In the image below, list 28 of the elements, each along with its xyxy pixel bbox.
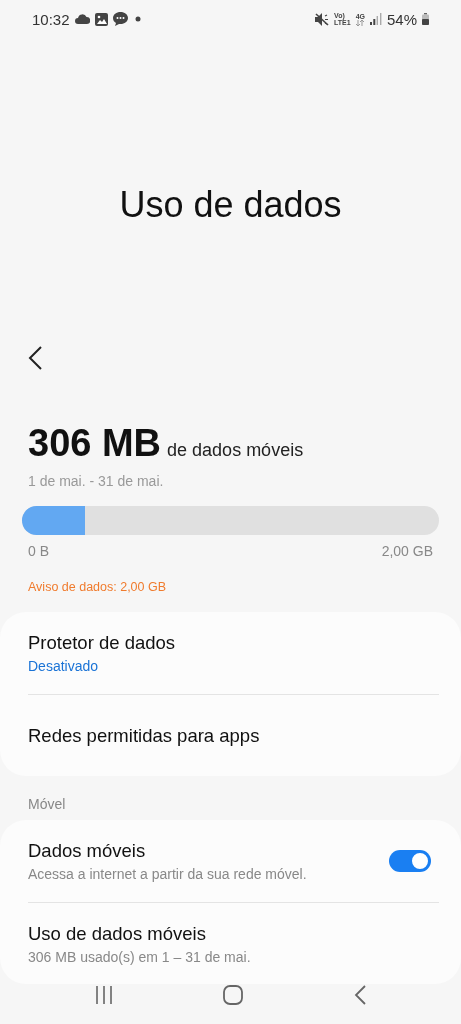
cloud-icon: [74, 14, 90, 24]
setting-subtitle: Acessa a internet a partir da sua rede móvel.: [28, 866, 308, 882]
min-label: 0 B: [28, 543, 49, 559]
recent-apps-icon[interactable]: [95, 986, 114, 1004]
mute-icon: [315, 12, 329, 26]
max-label: 2,00 GB: [381, 543, 433, 559]
signal-icon: [369, 13, 382, 25]
clock-time: 10:32: [32, 10, 70, 28]
battery-percent: 54%: [386, 10, 417, 28]
setting-title[interactable]: Uso de dados móveis: [28, 922, 439, 945]
battery-icon: [422, 13, 429, 25]
setting-subtitle: Desativado: [28, 658, 100, 674]
usage-period: 1 de mai. - 31 de mai.: [28, 473, 165, 489]
setting-title[interactable]: Redes permitidas para apps: [28, 724, 439, 747]
section-header: Móvel: [27, 795, 67, 814]
toggle-switch[interactable]: [389, 850, 431, 872]
data-warning: Aviso de dados: 2,00 GB: [28, 580, 168, 594]
chat-icon: [112, 12, 128, 26]
setting-title[interactable]: Protetor de dados: [28, 632, 439, 654]
setting-title[interactable]: Dados móveis: [28, 840, 389, 862]
setting-subtitle: 306 MB usado(s) em 1 – 31 de mai.: [28, 948, 252, 965]
data-arrows-icon: [355, 19, 364, 26]
back-icon[interactable]: [28, 346, 44, 370]
page-title: Uso de dados: [118, 182, 343, 227]
usage-amount: 306 MB: [28, 422, 162, 465]
home-icon[interactable]: [223, 985, 244, 1005]
image-icon: [94, 12, 108, 26]
usage-unit-label: de dados móveis: [167, 440, 304, 461]
